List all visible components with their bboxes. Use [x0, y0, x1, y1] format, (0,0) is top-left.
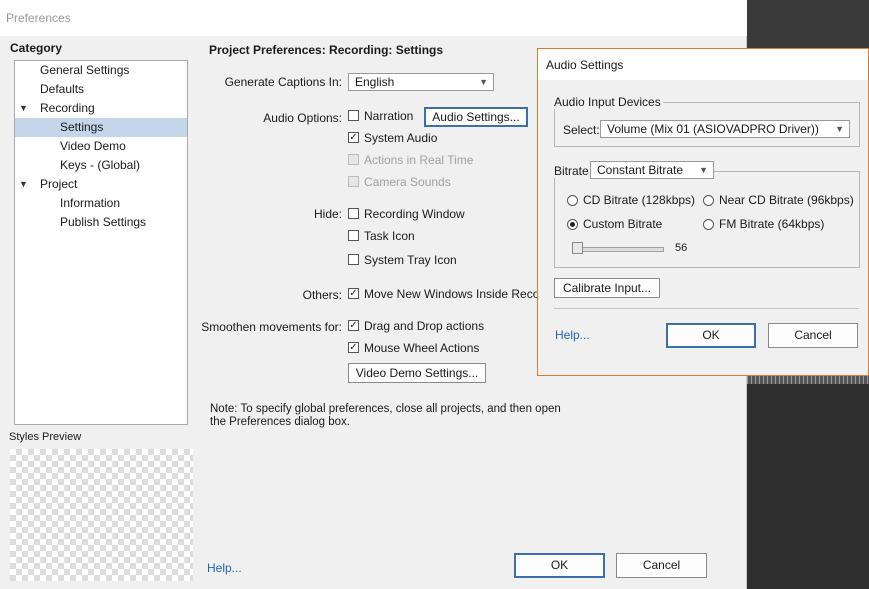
input-device-value: Volume (Mix 01 (ASIOVADPRO Driver)) [607, 122, 819, 136]
input-device-select[interactable]: Volume (Mix 01 (ASIOVADPRO Driver)) ▼ [600, 120, 850, 138]
captions-label: Generate Captions In: [224, 75, 342, 89]
tree-item-label: Video Demo [60, 139, 126, 153]
select-label: Select: [563, 123, 600, 137]
tree-item-project[interactable]: ▼ Project [15, 175, 187, 194]
audio-settings-title: Audio Settings [546, 58, 624, 72]
audio-separator [554, 308, 859, 309]
cd-bitrate-label: CD Bitrate (128kbps) [583, 193, 696, 207]
custom-bitrate-label: Custom Bitrate [583, 217, 663, 231]
calibrate-input-button[interactable]: Calibrate Input... [554, 278, 660, 298]
hide-task-icon-label: Task Icon [364, 229, 415, 243]
ok-button[interactable]: OK [514, 553, 605, 578]
tree-item-label: Recording [40, 101, 95, 115]
tree-item-label: Defaults [40, 82, 85, 96]
move-windows-checkbox[interactable]: ✓ [348, 288, 359, 299]
tree-item-video-demo[interactable]: Video Demo [15, 137, 187, 156]
background-timeline-ruler [747, 376, 869, 384]
drag-drop-label: Drag and Drop actions [364, 319, 485, 333]
expand-arrow-icon[interactable]: ▼ [19, 99, 28, 118]
bitrate-slider-thumb[interactable] [572, 242, 583, 254]
camera-sounds-label: Camera Sounds [364, 175, 451, 189]
tree-item-label: General Settings [40, 63, 130, 77]
tree-item-general-settings[interactable]: General Settings [15, 61, 187, 80]
styles-preview [10, 449, 193, 581]
tree-item-publish-settings[interactable]: Publish Settings [15, 213, 187, 232]
audio-help-link[interactable]: Help... [555, 328, 590, 342]
cd-bitrate-radio[interactable] [567, 195, 578, 206]
custom-bitrate-radio[interactable] [567, 219, 578, 230]
bitrate-mode-value: Constant Bitrate [597, 163, 684, 177]
actions-realtime-checkbox [348, 154, 359, 165]
tree-item-defaults[interactable]: Defaults [15, 80, 187, 99]
help-link[interactable]: Help... [207, 561, 242, 575]
narration-checkbox[interactable] [348, 110, 359, 121]
tree-item-keys-global[interactable]: Keys - (Global) [15, 156, 187, 175]
audio-cancel-button[interactable]: Cancel [768, 323, 858, 348]
note-text: Note: To specify global preferences, clo… [210, 403, 561, 428]
drag-drop-checkbox[interactable]: ✓ [348, 320, 359, 331]
video-demo-settings-button[interactable]: Video Demo Settings... [348, 363, 486, 383]
styles-preview-label: Styles Preview [9, 431, 82, 443]
system-audio-label: System Audio [364, 131, 438, 145]
narration-label: Narration [364, 109, 414, 123]
bitrate-mode-select[interactable]: Constant Bitrate ▼ [590, 161, 714, 179]
captions-language-value: English [355, 75, 395, 89]
audio-settings-button[interactable]: Audio Settings... [424, 107, 528, 127]
preferences-titlebar: Preferences [0, 0, 747, 36]
system-audio-checkbox[interactable]: ✓ [348, 132, 359, 143]
background-app-lower [747, 384, 869, 589]
hide-recording-window-label: Recording Window [364, 207, 465, 221]
chevron-down-icon: ▼ [835, 124, 844, 134]
tree-item-label: Project [40, 177, 78, 191]
tree-item-label: Publish Settings [60, 215, 147, 229]
tree-item-settings[interactable]: Settings [15, 118, 187, 137]
hide-recording-window-checkbox[interactable] [348, 208, 359, 219]
smoothen-label: Smoothen movements for: [201, 320, 342, 334]
bitrate-slider-value: 56 [675, 242, 688, 254]
camera-sounds-checkbox [348, 176, 359, 187]
bitrate-label: Bitrate [552, 164, 591, 178]
near-cd-bitrate-label: Near CD Bitrate (96kbps) [719, 193, 854, 207]
input-devices-legend: Audio Input Devices [552, 95, 663, 109]
hide-task-icon-checkbox[interactable] [348, 230, 359, 241]
actions-realtime-label: Actions in Real Time [364, 153, 474, 167]
chevron-down-icon: ▼ [699, 165, 708, 175]
audio-settings-dialog: Audio Settings Audio Input Devices Selec… [537, 48, 869, 376]
bitrate-slider-track[interactable] [574, 247, 664, 252]
tree-item-label: Keys - (Global) [60, 158, 141, 172]
tree-item-recording[interactable]: ▼ Recording [15, 99, 187, 118]
category-tree[interactable]: General Settings Defaults ▼ Recording Set… [14, 60, 188, 425]
hide-label: Hide: [313, 207, 342, 221]
preferences-title: Preferences [6, 11, 71, 25]
audio-ok-button[interactable]: OK [666, 323, 756, 348]
near-cd-bitrate-radio[interactable] [703, 195, 714, 206]
fm-bitrate-radio[interactable] [703, 219, 714, 230]
tree-item-label: Information [60, 196, 121, 210]
hide-system-tray-icon-checkbox[interactable] [348, 254, 359, 265]
expand-arrow-icon[interactable]: ▼ [19, 175, 28, 194]
fm-bitrate-label: FM Bitrate (64kbps) [719, 217, 825, 231]
tree-item-information[interactable]: Information [15, 194, 187, 213]
mouse-wheel-label: Mouse Wheel Actions [364, 341, 480, 355]
chevron-down-icon: ▼ [479, 77, 488, 87]
others-label: Others: [302, 288, 342, 302]
cancel-button[interactable]: Cancel [616, 553, 707, 578]
mouse-wheel-checkbox[interactable]: ✓ [348, 342, 359, 353]
audio-options-label: Audio Options: [263, 111, 342, 125]
audio-settings-titlebar: Audio Settings [538, 49, 868, 80]
hide-system-tray-icon-label: System Tray Icon [364, 253, 457, 267]
section-title: Project Preferences: Recording: Settings [209, 43, 444, 57]
category-label: Category [10, 41, 63, 55]
tree-item-label: Settings [60, 120, 104, 134]
captions-language-select[interactable]: English ▼ [348, 73, 494, 91]
